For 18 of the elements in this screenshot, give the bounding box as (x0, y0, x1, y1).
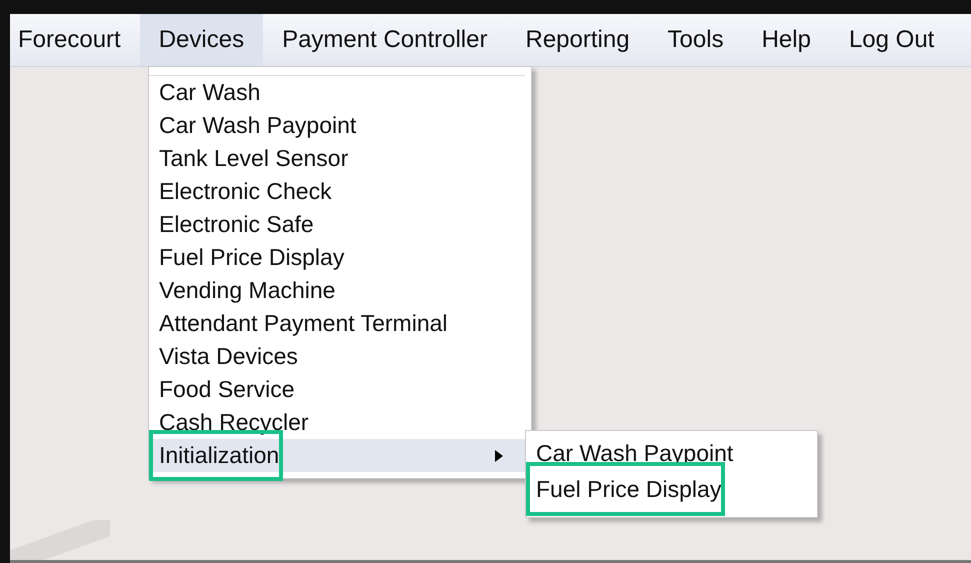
menu-item[interactable]: Attendant Payment Terminal (149, 307, 531, 340)
menu-item[interactable]: Fuel Price Display (149, 241, 531, 274)
menu-bar-item[interactable]: Devices (140, 14, 264, 66)
menu-item[interactable]: Electronic Safe (149, 208, 531, 241)
menu-item[interactable]: Food Service (149, 373, 531, 406)
menu-item[interactable]: Electronic Check (149, 175, 531, 208)
menu-item[interactable]: Tank Level Sensor (149, 142, 531, 175)
menu-item[interactable]: Vista Devices (149, 340, 531, 373)
menu-bar-item[interactable]: Help (742, 14, 830, 66)
menu-bar-item[interactable]: Tools (648, 14, 743, 66)
menu-bar-item[interactable]: Reporting (506, 14, 649, 66)
menu-item[interactable]: Car Wash Paypoint (149, 109, 531, 142)
menu-bar-item[interactable]: Forecourt (12, 14, 140, 66)
menu-item[interactable]: Cash Recycler (149, 406, 531, 439)
menu-bar-item[interactable]: Log Out (830, 14, 954, 66)
menu-bar-item[interactable]: Payment Controller (263, 14, 506, 66)
menu-item[interactable]: Car Wash (149, 75, 525, 109)
menu-item[interactable]: Vending Machine (149, 274, 531, 307)
